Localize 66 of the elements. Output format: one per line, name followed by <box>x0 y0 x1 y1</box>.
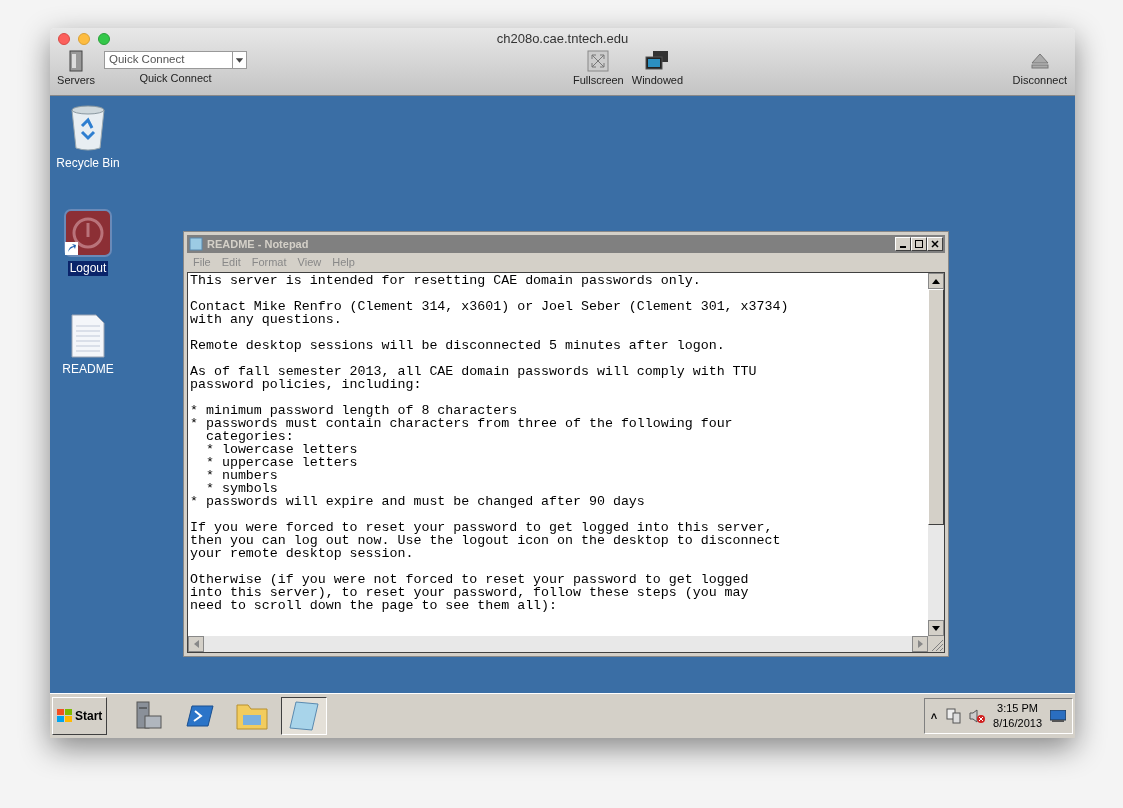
maximize-icon <box>915 240 923 248</box>
window-title: ch208o.cae.tntech.edu <box>495 30 630 49</box>
start-button[interactable]: Start <box>52 697 108 735</box>
text-line: * uppercase letters <box>204 456 359 469</box>
tray-expand-button[interactable]: ˄ <box>930 707 938 725</box>
windows-logo-icon <box>57 709 73 723</box>
horizontal-scrollbar[interactable] <box>188 636 928 652</box>
vertical-scrollbar[interactable] <box>928 273 944 636</box>
text-line: * numbers <box>204 469 278 482</box>
expand-icon <box>587 49 610 72</box>
text-line: As of fall semester 2013, all CAE domain passwords will comply with TTU <box>190 365 758 378</box>
taskbar-button[interactable] <box>281 697 328 735</box>
text-line: This server is intended for resetting CAE domain passwords only. <box>190 274 702 287</box>
server-icon <box>133 700 164 732</box>
notepad-icon <box>288 700 321 732</box>
desktop-icon-label[interactable]: Recycle Bin <box>54 156 122 171</box>
desktop-icon-label[interactable]: README <box>60 362 116 377</box>
speaker-muted-icon[interactable] <box>969 708 986 724</box>
text-line: * symbols <box>204 482 279 495</box>
down-arrow-icon <box>932 625 940 631</box>
monitors-icon <box>645 49 670 72</box>
disconnect-button[interactable]: Disconnect <box>1012 49 1067 89</box>
network-icon[interactable] <box>945 708 962 724</box>
text-line: * minimum password length of 8 characters <box>190 404 519 417</box>
windowed-button[interactable]: Windowed <box>631 49 684 89</box>
text-line: If you were forced to reset your password to get logged into this server, <box>190 521 774 534</box>
servers-button[interactable]: Servers <box>58 49 94 89</box>
close-icon[interactable] <box>58 32 70 45</box>
clock-date: 8/16/2013 <box>993 716 1042 731</box>
up-arrow-icon <box>932 278 940 284</box>
recycle-bin-icon <box>68 104 108 152</box>
close-icon <box>931 240 939 248</box>
text-line: with any questions. <box>190 313 343 326</box>
text-line: categories: <box>204 430 295 443</box>
power-icon <box>64 209 112 257</box>
text-line: need to scroll down the page to see them all): <box>190 599 559 612</box>
text-line: your remote desktop session. <box>190 547 415 560</box>
close-button[interactable] <box>927 237 943 251</box>
left-arrow-icon <box>193 640 199 648</box>
servers-icon <box>69 49 83 72</box>
text-line: Contact Mike Renfro (Clement 314, x3601) or Joel Seber (Clement 301, x3734) <box>190 300 790 313</box>
right-arrow-icon <box>917 640 923 648</box>
terminal-icon <box>186 704 215 728</box>
fullscreen-button[interactable]: Fullscreen <box>573 49 624 89</box>
document-icon <box>71 314 105 358</box>
text-line: Remote desktop sessions will be disconnected 5 minutes after logon. <box>190 339 726 352</box>
text-line: * passwords must contain characters from three of the following four <box>190 417 734 430</box>
quick-connect-label: Quick Connect <box>139 70 212 86</box>
desktop-icon-label[interactable]: Logout <box>67 261 109 276</box>
show-desktop-icon[interactable] <box>1050 710 1066 722</box>
resize-grip-icon[interactable] <box>928 636 944 652</box>
maximize-button[interactable] <box>911 237 927 251</box>
notepad-title: README - Notepad <box>207 236 309 252</box>
dropdown-arrow-icon <box>232 51 246 68</box>
zoom-icon[interactable] <box>98 32 110 45</box>
notepad-icon <box>189 237 203 251</box>
text-line: then you can log out now. Use the logout icon on the desktop to disconnect <box>190 534 782 547</box>
folder-icon <box>235 701 270 731</box>
text-line: into this server), to reset your password, follow these steps (you may <box>190 586 750 599</box>
quick-connect-field[interactable]: Quick Connect <box>104 50 247 69</box>
minimize-button[interactable] <box>895 237 911 251</box>
text-line: password policies, including: <box>190 378 423 391</box>
text-line: Otherwise (if you were not forced to reset your password to get logged <box>190 573 750 586</box>
clock-time: 3:15 PM <box>997 701 1038 716</box>
text-line: * lowercase letters <box>204 443 359 456</box>
text-line: * passwords will expire and must be changed after 90 days <box>190 495 646 508</box>
